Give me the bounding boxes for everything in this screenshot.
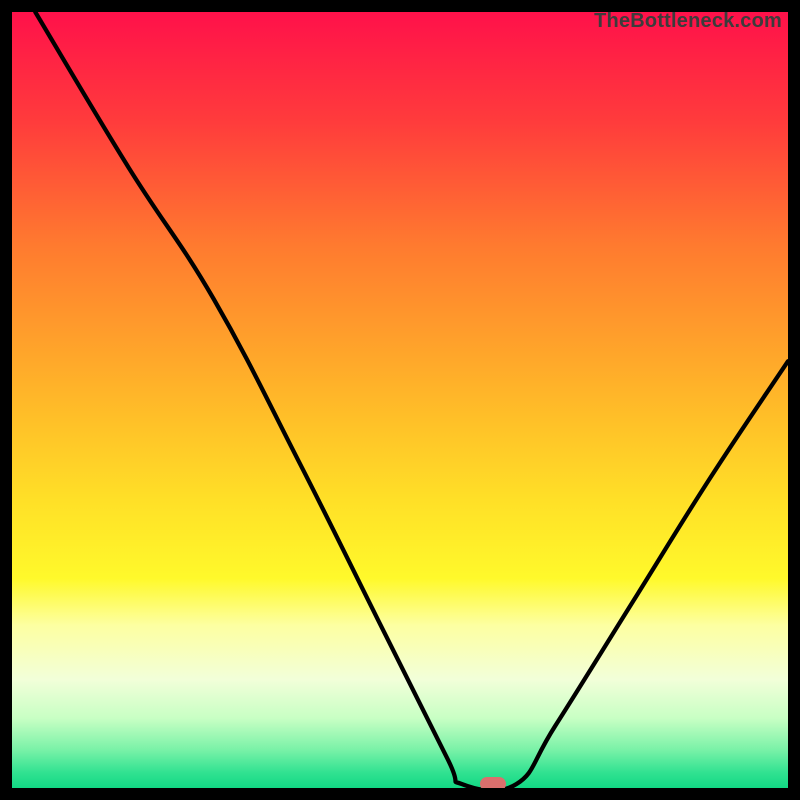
optimal-marker-icon (480, 777, 506, 788)
plot-area (12, 12, 788, 788)
heat-gradient-background (12, 12, 788, 788)
chart-frame: TheBottleneck.com (0, 0, 800, 800)
